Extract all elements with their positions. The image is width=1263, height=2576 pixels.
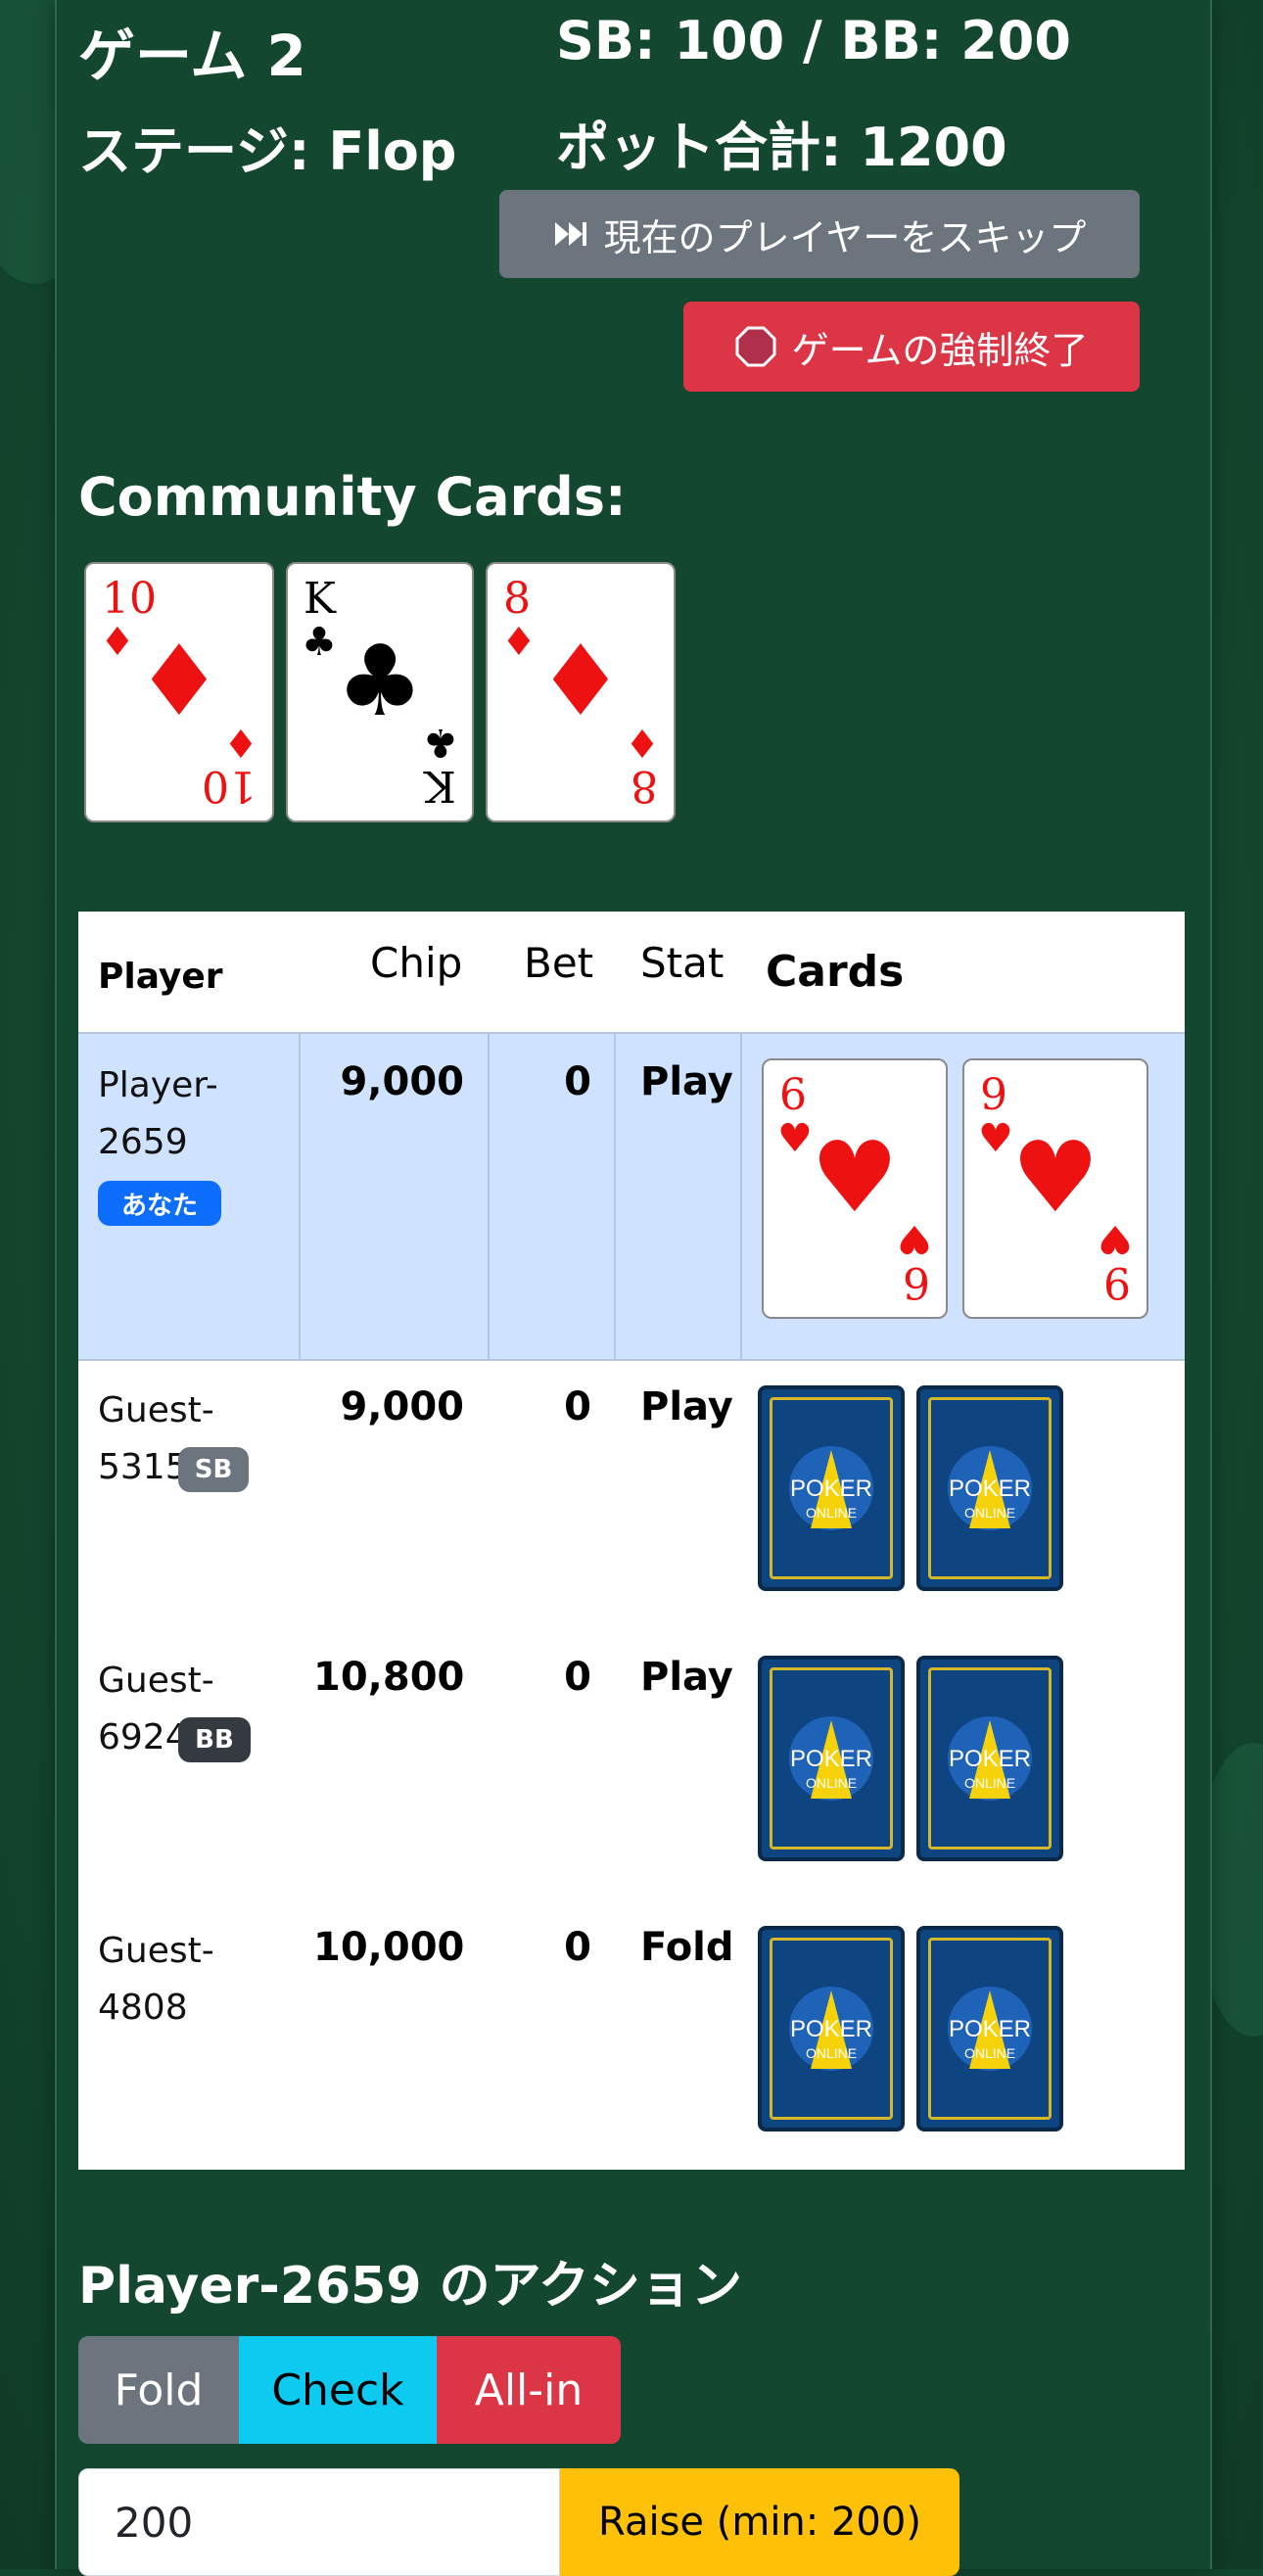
card-back-logo-subtext: ONLINE <box>963 1775 1016 1791</box>
community-card-3: 8 ♦ ♦ ♦ 8 <box>486 562 676 822</box>
force-end-button[interactable]: ゲームの強制終了 <box>683 302 1140 392</box>
big-blind-badge: BB <box>178 1717 251 1762</box>
player-name-line2: 2659 <box>98 1122 188 1162</box>
bet-value: 0 <box>564 1925 591 1970</box>
hole-card-2: 9 ♥ ♥ ♥ 9 <box>962 1058 1148 1319</box>
cell-divider <box>488 1034 490 1359</box>
diamond-icon: ♦ <box>625 720 660 765</box>
club-icon: ♣ <box>336 624 424 738</box>
status-value: Fold <box>640 1925 734 1970</box>
blinds-label: SB: 100 / BB: 200 <box>556 10 1071 71</box>
chip-value: 9,000 <box>340 1384 464 1429</box>
table-row: Guest- 6924 BB 10,800 0 Play POKER ONLIN… <box>78 1631 1185 1901</box>
all-in-button[interactable]: All-in <box>437 2336 621 2444</box>
col-header-stat: Stat <box>640 939 725 987</box>
player-name-line1: Guest- <box>98 1931 214 1971</box>
col-header-cards: Cards <box>766 947 905 997</box>
fold-button[interactable]: Fold <box>78 2336 239 2444</box>
bet-value: 0 <box>564 1655 591 1700</box>
card-back-1: POKER ONLINE <box>758 1385 905 1591</box>
card-rank: 9 <box>1103 1257 1131 1307</box>
community-cards-title: Community Cards: <box>78 466 627 528</box>
card-back-logo-subtext: ONLINE <box>963 1505 1016 1521</box>
club-icon: ♣ <box>423 720 458 765</box>
player-name-line1: Guest- <box>98 1390 214 1430</box>
skip-forward-icon <box>553 220 588 248</box>
check-button[interactable]: Check <box>239 2336 437 2444</box>
card-back-1: POKER ONLINE <box>758 1656 905 1861</box>
pot-total-label: ポット合計: 1200 <box>556 117 1007 178</box>
raise-button[interactable]: Raise (min: 200) <box>560 2468 959 2576</box>
force-end-label: ゲームの強制終了 <box>791 328 1089 372</box>
community-card-2: K ♣ ♣ ♣ K <box>286 562 474 822</box>
heart-icon: ♥ <box>1098 1216 1133 1261</box>
card-rank: 9 <box>980 1070 1007 1120</box>
card-rank: 8 <box>631 761 658 811</box>
card-back-logo-text: POKER <box>948 1475 1032 1502</box>
card-back-1: POKER ONLINE <box>758 1926 905 2131</box>
cell-divider <box>740 1034 742 1359</box>
card-rank: 10 <box>202 761 257 811</box>
diamond-icon: ♦ <box>537 624 625 738</box>
bet-value: 0 <box>564 1384 591 1429</box>
card-rank: K <box>304 574 336 624</box>
card-back-logo-text: POKER <box>789 1746 873 1772</box>
chip-value: 10,000 <box>313 1925 465 1970</box>
table-row-current-player: Player- 2659 あなた 9,000 0 Play 6 ♥ ♥ ♥ 6 … <box>78 1032 1185 1361</box>
game-title: ゲーム 2 <box>78 23 306 89</box>
player-name-line1: Player- <box>98 1065 218 1105</box>
card-back-2: POKER ONLINE <box>916 1656 1063 1861</box>
card-rank: 6 <box>779 1070 807 1120</box>
stage-label: ステージ: Flop <box>78 120 457 182</box>
card-back-2: POKER ONLINE <box>916 1385 1063 1591</box>
card-back-2: POKER ONLINE <box>916 1926 1063 2131</box>
card-back-logo-subtext: ONLINE <box>805 1505 858 1521</box>
small-blind-badge: SB <box>178 1447 249 1492</box>
player-name-line2: 6924 <box>98 1717 188 1757</box>
bet-value: 0 <box>564 1059 591 1104</box>
status-value: Play <box>640 1059 733 1104</box>
player-name-line1: Guest- <box>98 1661 214 1701</box>
heart-icon: ♥ <box>897 1216 932 1261</box>
status-value: Play <box>640 1384 733 1429</box>
card-back-logo-text: POKER <box>948 2016 1032 2042</box>
raise-amount-input[interactable]: 200 <box>78 2468 560 2576</box>
skip-player-button[interactable]: 現在のプレイヤーをスキップ <box>499 190 1140 278</box>
col-header-bet: Bet <box>524 939 594 987</box>
col-header-chip: Chip <box>370 939 463 987</box>
hole-card-1: 6 ♥ ♥ ♥ 6 <box>762 1058 948 1319</box>
action-title: Player-2659 のアクション <box>78 2257 743 2316</box>
chip-value: 10,800 <box>313 1655 465 1700</box>
table-row: Guest- 5315 SB 9,000 0 Play POKER ONLINE… <box>78 1361 1185 1631</box>
player-name-line2: 4808 <box>98 1988 188 2028</box>
players-table: Player Chip Bet Stat Cards Player- 2659 … <box>78 912 1185 2170</box>
card-back-logo-subtext: ONLINE <box>963 2045 1016 2061</box>
card-back-logo-text: POKER <box>948 1746 1032 1772</box>
table-row: Guest- 4808 10,000 0 Fold POKER ONLINE P… <box>78 1901 1185 2170</box>
status-value: Play <box>640 1655 733 1700</box>
diamond-icon: ♦ <box>223 720 258 765</box>
cell-divider <box>614 1034 616 1359</box>
col-header-player: Player <box>98 957 223 997</box>
card-back-logo-text: POKER <box>789 2016 873 2042</box>
diamond-icon: ♦ <box>135 624 223 738</box>
cell-divider <box>299 1034 301 1359</box>
card-rank: 10 <box>102 574 157 624</box>
card-back-logo-text: POKER <box>789 1475 873 1502</box>
you-badge: あなた <box>98 1181 221 1226</box>
card-back-logo-subtext: ONLINE <box>805 2045 858 2061</box>
player-name-line2: 5315 <box>98 1447 188 1487</box>
skip-player-label: 現在のプレイヤーをスキップ <box>603 215 1087 259</box>
chip-value: 9,000 <box>340 1059 464 1104</box>
card-rank: 8 <box>503 574 531 624</box>
heart-icon: ♥ <box>1011 1120 1099 1235</box>
stop-sign-icon <box>735 326 776 367</box>
card-back-logo-subtext: ONLINE <box>805 1775 858 1791</box>
heart-icon: ♥ <box>811 1120 899 1235</box>
card-rank: 6 <box>903 1257 930 1307</box>
card-rank: K <box>424 761 456 811</box>
community-card-1: 10 ♦ ♦ ♦ 10 <box>84 562 274 822</box>
